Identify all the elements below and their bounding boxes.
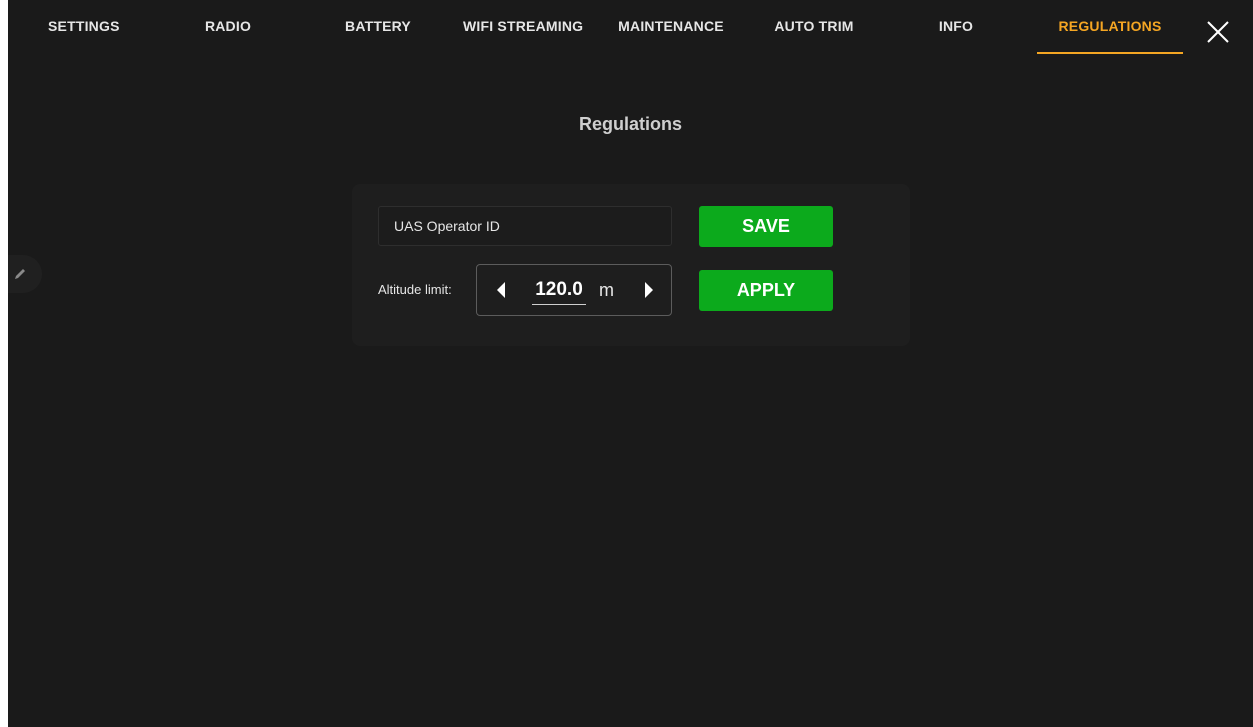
tab-radio[interactable]: RADIO: [200, 18, 256, 54]
tab-maintenance[interactable]: MAINTENANCE: [616, 18, 726, 54]
altitude-value[interactable]: 120.0: [532, 279, 586, 305]
page-title: Regulations: [578, 114, 682, 134]
save-button[interactable]: SAVE: [699, 206, 833, 247]
apply-button[interactable]: APPLY: [699, 270, 833, 311]
triangle-left-icon: [497, 282, 505, 298]
tab-settings[interactable]: SETTINGS: [48, 18, 119, 54]
triangle-right-icon: [645, 282, 653, 298]
altitude-decrease-button[interactable]: [489, 277, 513, 303]
altitude-limit-stepper: 120.0 m: [476, 264, 672, 316]
app-window: SETTINGS RADIO BATTERY WIFI STREAMING MA…: [8, 0, 1253, 727]
edit-handle[interactable]: [8, 255, 42, 293]
altitude-limit-label: Altitude limit:: [378, 282, 452, 297]
tab-info[interactable]: INFO: [933, 18, 979, 54]
tab-wifi-streaming[interactable]: WIFI STREAMING: [463, 18, 583, 54]
tab-battery[interactable]: BATTERY: [343, 18, 413, 54]
tab-bar: SETTINGS RADIO BATTERY WIFI STREAMING MA…: [8, 0, 1253, 62]
altitude-unit: m: [599, 280, 614, 300]
tab-regulations[interactable]: REGULATIONS: [1037, 18, 1183, 54]
close-button[interactable]: [1204, 18, 1232, 46]
altitude-increase-button[interactable]: [637, 277, 661, 303]
pencil-icon: [15, 269, 25, 279]
uas-operator-id-input[interactable]: [378, 206, 672, 246]
regulations-panel: SAVE Altitude limit: 120.0 m APPLY: [352, 184, 910, 346]
close-x-icon: [1207, 21, 1229, 43]
tab-auto-trim[interactable]: AUTO TRIM: [772, 18, 856, 54]
